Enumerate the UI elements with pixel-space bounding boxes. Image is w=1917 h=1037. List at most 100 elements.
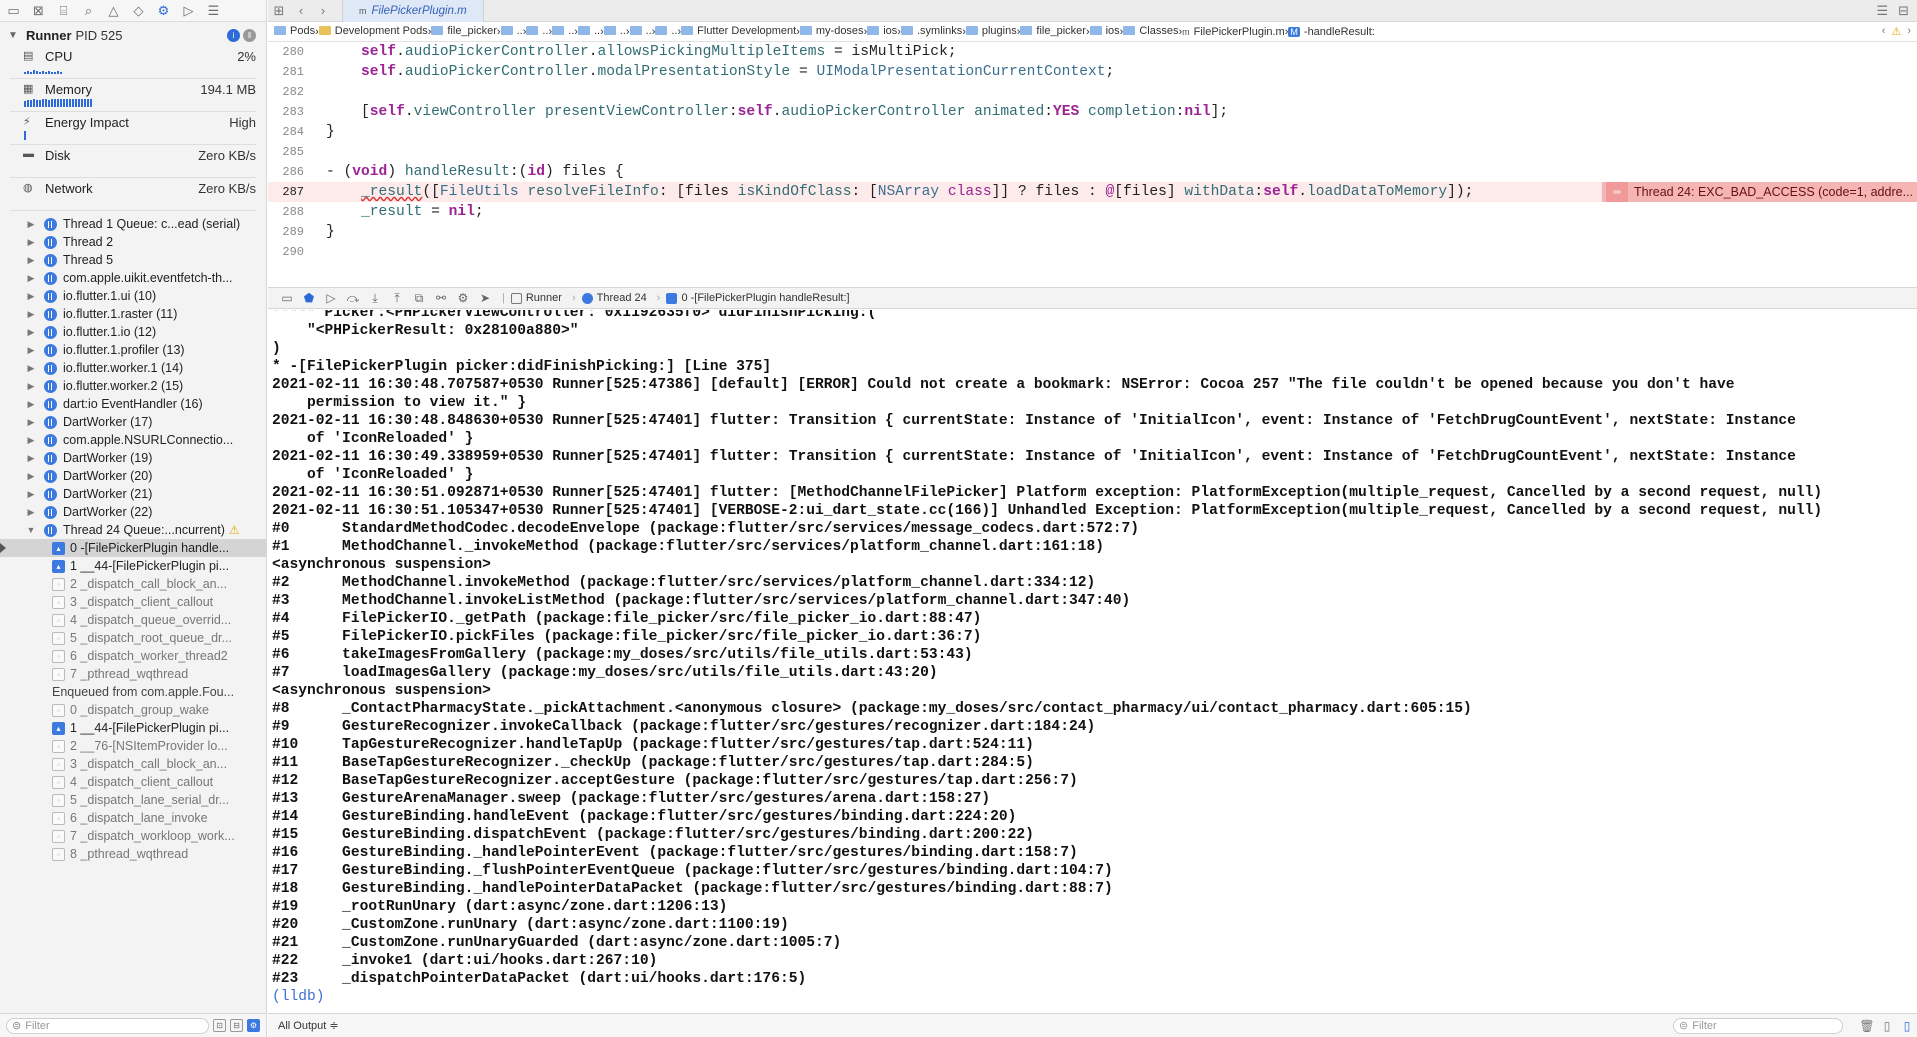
thread-row[interactable]: ▶ Thread 2	[0, 233, 266, 251]
stack-frame-row[interactable]: ▴ 0 -[FilePickerPlugin handle...	[0, 539, 266, 557]
chevron-right-icon[interactable]: ›	[1907, 25, 1911, 38]
symbol-icon[interactable]: ⌸	[54, 2, 73, 20]
thread-row[interactable]: ▶ io.flutter.worker.2 (15)	[0, 377, 266, 395]
breadcrumb-item[interactable]: Flutter Development	[681, 25, 796, 37]
adjust-editor-icon[interactable]: ☰	[1876, 3, 1888, 19]
lldb-prompt[interactable]: (lldb)	[272, 988, 1917, 1006]
process-row[interactable]: ▼ Runner PID 525 i ‖	[0, 24, 266, 46]
folder-icon[interactable]: ▭	[4, 2, 23, 20]
environment-overrides-icon[interactable]: ⚙	[452, 291, 474, 305]
chevron-right-icon[interactable]: ▶	[26, 255, 36, 266]
variables-view-icon[interactable]: ▯	[1877, 1019, 1897, 1033]
thread-row[interactable]: ▶ io.flutter.1.profiler (13)	[0, 341, 266, 359]
test-icon[interactable]: ◇	[129, 2, 148, 20]
chevron-right-icon[interactable]: ▶	[26, 309, 36, 320]
console-output[interactable]: ***** Picker:<PHPickerViewController: 0x…	[268, 310, 1917, 1013]
source-control-icon[interactable]: ⊠	[29, 2, 48, 20]
info-icon[interactable]: i	[227, 28, 240, 42]
breadcrumb-item[interactable]: file_picker	[431, 25, 497, 37]
breadcrumb-item[interactable]: M -handleResult:	[1288, 26, 1375, 38]
breadcrumb-item[interactable]: ..	[603, 25, 626, 37]
thread-row[interactable]: ▶ Thread 5	[0, 251, 266, 269]
breadcrumb-item[interactable]: Classes	[1123, 25, 1178, 37]
output-selector[interactable]: All Output ≑	[278, 1019, 339, 1032]
simulate-location-icon[interactable]: ➤	[474, 291, 496, 305]
stack-frame-row[interactable]: ◦ 8 _pthread_wqthread	[0, 845, 266, 863]
stack-frame-row[interactable]: ◦ 2 _dispatch_call_block_an...	[0, 575, 266, 593]
stack-frame-row[interactable]: ◦ 5 _dispatch_root_queue_dr...	[0, 629, 266, 647]
chevron-right-icon[interactable]: ▶	[26, 345, 36, 356]
chevron-right-icon[interactable]: ▶	[26, 399, 36, 410]
step-over-icon[interactable]: ⤼	[342, 291, 364, 306]
gauge-energy-impact[interactable]: ⚡ Energy Impact High	[0, 112, 266, 145]
crashed-only-toggle[interactable]: ⊡	[213, 1019, 226, 1032]
stack-frame-row[interactable]: ◦ 7 _pthread_wqthread	[0, 665, 266, 683]
chevron-right-icon[interactable]: ▶	[26, 291, 36, 302]
grid-icon[interactable]: ⊞	[268, 3, 290, 19]
stack-frame-row[interactable]: ◦ 4 _dispatch_client_callout	[0, 773, 266, 791]
pause-icon[interactable]: ‖	[243, 28, 256, 42]
chevron-right-icon[interactable]: ▶	[26, 273, 36, 284]
breadcrumb-item[interactable]: plugins	[965, 25, 1017, 37]
issue-icon[interactable]: △	[104, 2, 123, 20]
view-hierarchy-icon[interactable]: ⧉	[408, 291, 430, 306]
thread-row[interactable]: ▶ DartWorker (19)	[0, 449, 266, 467]
chevron-right-icon[interactable]: ▶	[26, 435, 36, 446]
chevron-right-icon[interactable]: ▶	[26, 327, 36, 338]
find-icon[interactable]: ⌕	[79, 2, 98, 20]
debug-crumb-process[interactable]: Runner	[510, 292, 562, 304]
continue-icon[interactable]: ▷	[320, 291, 342, 305]
chevron-left-icon[interactable]: ‹	[1882, 25, 1886, 38]
chevron-right-icon[interactable]: ▶	[26, 453, 36, 464]
thread-row[interactable]: ▶ DartWorker (21)	[0, 485, 266, 503]
thread-row[interactable]: ▶ com.apple.NSURLConnectio...	[0, 431, 266, 449]
console-view-icon[interactable]: ▯	[1897, 1019, 1917, 1033]
thread-row-crashed[interactable]: ▼ Thread 24 Queue:...ncurrent) ⚠	[0, 521, 266, 539]
breadcrumb-item[interactable]: ..	[629, 25, 652, 37]
breadcrumb-item[interactable]: ..	[552, 25, 574, 37]
breadcrumb-item[interactable]: ..	[655, 25, 677, 37]
chevron-right-icon[interactable]: ▶	[26, 417, 36, 428]
forward-icon[interactable]: ›	[312, 3, 334, 18]
chevron-right-icon[interactable]: ▶	[26, 363, 36, 374]
chevron-right-icon[interactable]: ▶	[26, 489, 36, 500]
stack-frame-row[interactable]: ◦ 4 _dispatch_queue_overrid...	[0, 611, 266, 629]
chevron-down-icon[interactable]: ▼	[8, 30, 22, 41]
gauge-cpu[interactable]: ▤ CPU 2%	[0, 46, 266, 79]
gauge-network[interactable]: ◍ Network Zero KB/s	[0, 178, 266, 211]
breadcrumb-item[interactable]: ..	[577, 25, 600, 37]
gauge-memory[interactable]: ▦ Memory 194.1 MB	[0, 79, 266, 112]
error-annotation[interactable]: ═ Thread 24: EXC_BAD_ACCESS (code=1, addr…	[1602, 182, 1917, 202]
memory-graph-icon[interactable]: ⚯	[430, 291, 452, 305]
stack-frame-row[interactable]: ◦ 3 _dispatch_client_callout	[0, 593, 266, 611]
thread-row[interactable]: ▶ dart:io EventHandler (16)	[0, 395, 266, 413]
stack-frame-row[interactable]: ◦ 5 _dispatch_lane_serial_dr...	[0, 791, 266, 809]
report-icon[interactable]: ☰	[204, 2, 223, 20]
breadcrumb-item[interactable]: file_picker	[1020, 25, 1086, 37]
thread-row[interactable]: ▶ io.flutter.worker.1 (14)	[0, 359, 266, 377]
stack-frame-row[interactable]: ◦ 7 _dispatch_workloop_work...	[0, 827, 266, 845]
stack-frame-row[interactable]: ◦ 2 __76-[NSItemProvider lo...	[0, 737, 266, 755]
breakpoint-icon[interactable]: ▷	[179, 2, 198, 20]
stack-frame-row[interactable]: ▴ 1 __44-[FilePickerPlugin pi...	[0, 557, 266, 575]
thread-row[interactable]: ▶ DartWorker (20)	[0, 467, 266, 485]
stack-frame-row[interactable]: ◦ 6 _dispatch_lane_invoke	[0, 809, 266, 827]
breadcrumb-item[interactable]: ios	[867, 25, 897, 37]
debug-navigator-icon[interactable]: ⚙	[154, 2, 173, 20]
stack-frame-row[interactable]: ▴ 1 __44-[FilePickerPlugin pi...	[0, 719, 266, 737]
thread-row[interactable]: ▶ DartWorker (17)	[0, 413, 266, 431]
thread-row[interactable]: ▶ DartWorker (22)	[0, 503, 266, 521]
debug-crumb-frame[interactable]: 0 -[FilePickerPlugin handleResult:]	[666, 292, 850, 304]
debug-crumb-thread[interactable]: Thread 24	[581, 292, 647, 304]
chevron-right-icon[interactable]: ▶	[26, 471, 36, 482]
breadcrumb-item[interactable]: m FilePickerPlugin.m	[1182, 26, 1285, 38]
stack-frame-row[interactable]: ◦ 6 _dispatch_worker_thread2	[0, 647, 266, 665]
breadcrumb-item[interactable]: ..	[526, 25, 549, 37]
chevron-right-icon[interactable]: ▶	[26, 381, 36, 392]
thread-row[interactable]: ▶ io.flutter.1.ui (10)	[0, 287, 266, 305]
navigator-filter-input[interactable]: ⊜ Filter	[6, 1017, 209, 1034]
back-icon[interactable]: ‹	[290, 3, 312, 18]
gauge-disk[interactable]: ▬ Disk Zero KB/s	[0, 145, 266, 178]
chevron-right-icon[interactable]: ▶	[26, 237, 36, 248]
stack-frame-row[interactable]: ◦ 3 _dispatch_call_block_an...	[0, 755, 266, 773]
